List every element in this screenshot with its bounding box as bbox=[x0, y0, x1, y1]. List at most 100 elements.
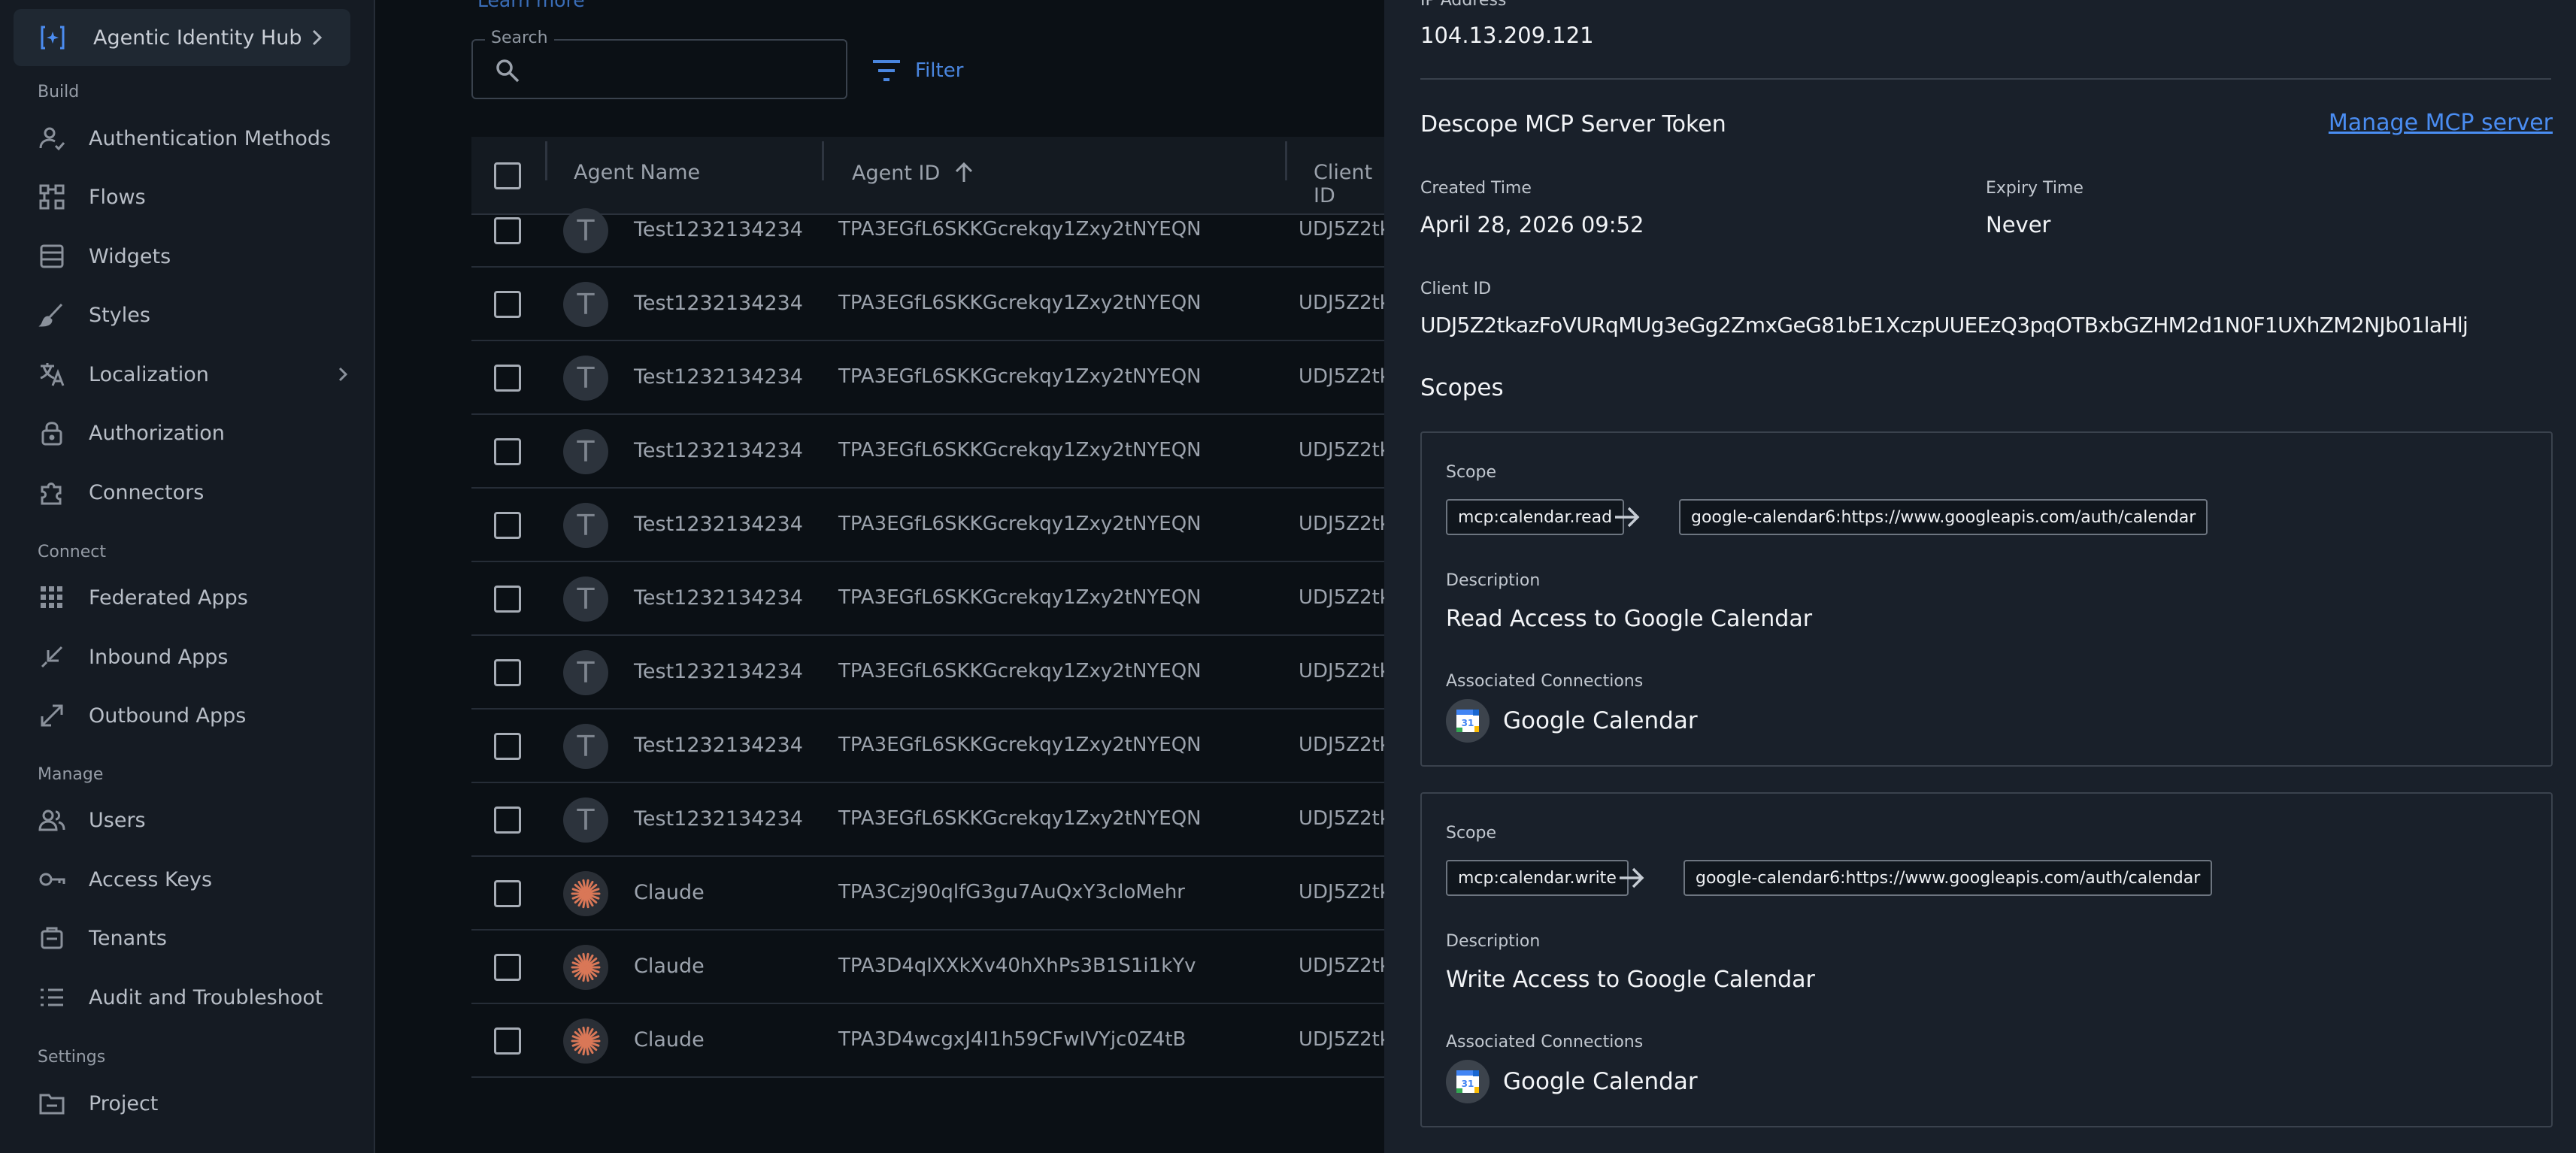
agent-id: TPA3Czj90qlfG3gu7AuQxY3cloMehr bbox=[838, 881, 1185, 903]
column-divider[interactable] bbox=[1285, 141, 1287, 180]
table-row[interactable]: Claude TPA3Czj90qlfG3gu7AuQxY3cloMehr UDJ5… bbox=[471, 857, 1384, 931]
filter-button[interactable]: Filter bbox=[870, 57, 963, 84]
row-checkbox[interactable] bbox=[494, 291, 521, 318]
sort-ascending-icon[interactable] bbox=[952, 161, 976, 185]
row-checkbox[interactable] bbox=[494, 880, 521, 907]
avatar: T bbox=[563, 650, 608, 695]
row-checkbox[interactable] bbox=[494, 733, 521, 760]
scope-description: Read Access to Google Calendar bbox=[1446, 606, 1813, 632]
agents-table-area: Learn more Search Filter Agent Name Agen… bbox=[377, 0, 1384, 1153]
search-input[interactable] bbox=[533, 53, 834, 87]
agent-id: TPA3D4qIXXkXv40hXhPs3B1S1i1kYv bbox=[838, 955, 1196, 977]
users-icon bbox=[38, 806, 66, 834]
column-agent-name[interactable]: Agent Name bbox=[574, 161, 700, 184]
select-all-checkbox[interactable] bbox=[494, 162, 521, 189]
section-settings: Settings bbox=[38, 1048, 106, 1067]
table-row[interactable]: T Test1232134234 TPA3EGfL6SKKGcrekqy1Zxy2t… bbox=[471, 489, 1384, 562]
avatar: T bbox=[563, 356, 608, 401]
agent-id: TPA3EGfL6SKKGcrekqy1Zxy2tNYEQN bbox=[838, 586, 1202, 609]
sidebar-item-authorization[interactable]: Authorization bbox=[38, 410, 353, 455]
apps-grid-icon bbox=[38, 583, 66, 612]
created-time-value: April 28, 2026 09:52 bbox=[1420, 212, 1644, 238]
google-calendar-icon: 31 bbox=[1446, 699, 1490, 743]
client-id: UDJ5Z2tkazFo bbox=[1299, 955, 1384, 977]
sidebar-item-widgets[interactable]: Widgets bbox=[38, 234, 353, 279]
sidebar-item-label: Access Keys bbox=[89, 867, 213, 891]
associated-connections-label: Associated Connections bbox=[1446, 1033, 1644, 1052]
row-checkbox[interactable] bbox=[494, 438, 521, 465]
chevron-right-icon bbox=[305, 26, 328, 49]
hub-title: Agentic Identity Hub bbox=[93, 26, 302, 50]
sidebar-item-label: Styles bbox=[89, 303, 150, 327]
inbound-arrow-icon bbox=[38, 643, 66, 671]
mapped-scope-chip: google-calendar6:https://www.googleapis.… bbox=[1679, 499, 2208, 535]
chevron-right-icon bbox=[332, 364, 353, 385]
connection-name: Google Calendar bbox=[1503, 707, 1698, 734]
table-row[interactable]: T Test1232134234 TPA3EGfL6SKKGcrekqy1Zxy2t… bbox=[471, 710, 1384, 783]
table-row[interactable]: T Test1232134234 TPA3EGfL6SKKGcrekqy1Zxy2t… bbox=[471, 268, 1384, 341]
row-checkbox[interactable] bbox=[494, 365, 521, 392]
sidebar-item-connectors[interactable]: Connectors bbox=[38, 470, 353, 515]
sidebar-item-localization[interactable]: Localization bbox=[38, 352, 353, 397]
client-id: UDJ5Z2tkazFo bbox=[1299, 292, 1384, 314]
sidebar-item-access-keys[interactable]: Access Keys bbox=[38, 857, 353, 902]
table-row[interactable]: T Test1232134234 TPA3EGfL6SKKGcrekqy1Zxy2t… bbox=[471, 415, 1384, 489]
description-label: Description bbox=[1446, 932, 1541, 951]
sidebar-item-inbound-apps[interactable]: Inbound Apps bbox=[38, 634, 353, 679]
client-id: UDJ5Z2tkazFo bbox=[1299, 586, 1384, 609]
row-checkbox[interactable] bbox=[494, 217, 521, 244]
brush-icon bbox=[38, 301, 66, 329]
sidebar-item-federated-apps[interactable]: Federated Apps bbox=[38, 575, 353, 620]
column-agent-id[interactable]: Agent ID bbox=[852, 161, 976, 185]
agent-id: TPA3D4wcgxJ4I1h59CFwIVYjc0Z4tB bbox=[838, 1028, 1186, 1051]
agent-name: Test1232134234 bbox=[634, 807, 803, 831]
agent-name: Test1232134234 bbox=[634, 292, 803, 315]
sidebar-item-authentication-methods[interactable]: Authentication Methods bbox=[38, 116, 353, 161]
table-row[interactable]: T Test1232134234 TPA3EGfL6SKKGcrekqy1Zxy2t… bbox=[471, 636, 1384, 710]
row-checkbox[interactable] bbox=[494, 954, 521, 981]
search-field[interactable]: Search bbox=[471, 29, 847, 99]
row-checkbox[interactable] bbox=[494, 659, 521, 686]
table-row[interactable]: T Test1232134234 TPA3EGfL6SKKGcrekqy1Zxy2t… bbox=[471, 783, 1384, 857]
sidebar-item-outbound-apps[interactable]: Outbound Apps bbox=[38, 693, 353, 738]
sidebar-item-tenants[interactable]: Tenants bbox=[38, 915, 353, 961]
column-divider[interactable] bbox=[822, 141, 824, 180]
sidebar-item-label: Flows bbox=[89, 185, 146, 209]
table-row[interactable]: T Test1232134234 TPA3EGfL6SKKGcrekqy1Zxy2t… bbox=[471, 562, 1384, 636]
mapped-scope-chip: google-calendar6:https://www.googleapis.… bbox=[1683, 860, 2213, 896]
sidebar-item-label: Audit and Troubleshoot bbox=[89, 985, 323, 1009]
sidebar: Agentic Identity Hub Build Authenticatio… bbox=[0, 0, 375, 1153]
row-checkbox[interactable] bbox=[494, 586, 521, 613]
scope-card: Scope mcp:calendar.read google-calendar6… bbox=[1420, 431, 2553, 767]
table-row[interactable]: T Test1232134234 TPA3EGfL6SKKGcrekqy1Zxy2t… bbox=[471, 341, 1384, 415]
sidebar-item-users[interactable]: Users bbox=[38, 797, 353, 843]
sidebar-item-styles[interactable]: Styles bbox=[38, 292, 353, 337]
row-checkbox[interactable] bbox=[494, 806, 521, 834]
search-icon bbox=[494, 57, 521, 84]
row-checkbox[interactable] bbox=[494, 1027, 521, 1055]
puzzle-icon bbox=[38, 478, 66, 507]
sidebar-item-project[interactable]: Project bbox=[38, 1081, 353, 1126]
ip-address-label: IP Address bbox=[1420, 0, 1507, 10]
agent-name: Claude bbox=[634, 881, 705, 904]
claude-logo-icon bbox=[563, 945, 608, 990]
agent-id: TPA3EGfL6SKKGcrekqy1Zxy2tNYEQN bbox=[838, 660, 1202, 682]
client-id: UDJ5Z2tkazFo bbox=[1299, 660, 1384, 682]
table-row[interactable]: T Test1232134234 TPA3EGfL6SKKGcrekqy1Zxy2t… bbox=[471, 194, 1384, 268]
sidebar-item-audit-and-troubleshoot[interactable]: Audit and Troubleshoot bbox=[38, 975, 353, 1020]
sidebar-item-label: Localization bbox=[89, 362, 209, 386]
sidebar-item-label: Inbound Apps bbox=[89, 645, 229, 669]
key-icon bbox=[38, 865, 66, 894]
table-row[interactable]: Claude TPA3D4wcgxJ4I1h59CFwIVYjc0Z4tB UDJ5… bbox=[471, 1004, 1384, 1078]
project-switcher[interactable]: Agentic Identity Hub bbox=[14, 9, 350, 66]
agent-name: Test1232134234 bbox=[634, 734, 803, 757]
sidebar-item-label: Tenants bbox=[89, 926, 167, 950]
avatar: T bbox=[563, 797, 608, 843]
sidebar-item-flows[interactable]: Flows bbox=[38, 174, 353, 219]
learn-more-link[interactable]: Learn more bbox=[477, 0, 585, 11]
row-checkbox[interactable] bbox=[494, 512, 521, 539]
table-row[interactable]: Claude TPA3D4qIXXkXv40hXhPs3B1S1i1kYv UDJ5… bbox=[471, 931, 1384, 1004]
manage-mcp-server-link[interactable]: Manage MCP server bbox=[2329, 110, 2553, 136]
agent-name: Test1232134234 bbox=[634, 660, 803, 683]
token-heading: Descope MCP Server Token bbox=[1420, 111, 1726, 138]
